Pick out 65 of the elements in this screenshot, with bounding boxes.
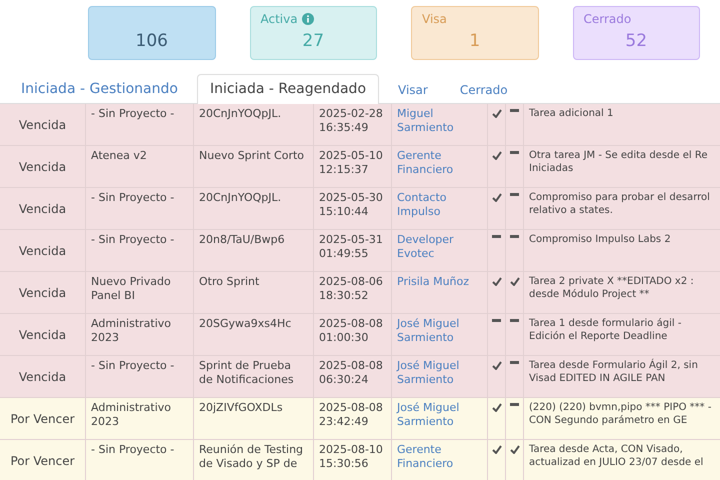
person-link[interactable]: José Miguel Sarmiento [397,317,482,345]
person-link[interactable]: José Miguel Sarmiento [397,359,482,387]
description-text: Tarea 1 desde formulario ágil - Edición el Reporte Deadline [529,318,682,342]
status-text: Vencida [18,370,66,384]
person-link[interactable]: Contacto Impulso [397,191,482,219]
person-link[interactable]: Miguel Sarmiento [397,107,482,135]
stat-value: 1 [469,31,480,51]
project-text: - Sin Proyecto - [91,107,174,120]
stat-label: Cerrado [584,12,632,26]
description-text: Tarea adicional 1 [529,108,614,119]
status-text: Por Vencer [10,454,75,468]
project-text: - Sin Proyecto - [91,359,174,372]
sprint-text: Sprint de Prueba de Notificaciones [199,359,294,386]
date-text: 2025-08-08 01:00:30 [319,317,383,344]
description-text: Otra tarea JM - Se edita desde el Re Iniciadas [529,150,708,174]
tab[interactable]: Visar [385,76,441,103]
sprint-text: Reunión de Testing de Visado y SP de [199,443,304,470]
stat-value: 52 [625,31,648,51]
description-text: Compromiso Impulso Labs 2 [529,234,671,245]
sprint-text: 20SGywa9xs4Hc [199,317,292,330]
person-link[interactable]: Developer Evotec [397,233,482,261]
status-text: Vencida [18,286,66,300]
person-link[interactable]: Gerente Financiero [397,149,482,177]
sprint-text: 20CnJnYOQpJL. [199,107,282,120]
status-text: Vencida [18,118,66,132]
project-text: - Sin Proyecto - [91,443,174,456]
date-text: 2025-05-10 12:15:37 [319,149,383,176]
status-text: Vencida [18,244,66,258]
date-text: 2025-08-06 18:30:52 [319,275,383,302]
sprint-text: 20n8/TaU/Bwp6 [199,233,285,246]
project-text: Atenea v2 [91,149,147,162]
status-text: Por Vencer [10,412,75,426]
person-link[interactable]: Gerente Financiero [397,443,482,471]
date-text: 2025-05-31 01:49:55 [319,233,383,260]
project-text: Nuevo Privado Panel BI [91,275,171,302]
tab[interactable]: Iniciada - Reagendado [196,74,380,104]
date-text: 2025-02-28 16:35:49 [319,107,383,134]
project-text: - Sin Proyecto - [91,233,174,246]
status-text: Vencida [18,202,66,216]
tab[interactable]: Cerrado [446,76,521,103]
description-text: (220) (220) bvmn,pipo *** PIPO *** - CON Segundo parámetro en GE [529,402,712,426]
date-text: 2025-08-10 15:30:56 [319,443,383,470]
status-text: Vencida [18,328,66,342]
stat-value: 106 [136,31,168,51]
description-text: Tarea desde Acta, CON Visado, actualizad en JULIO 23/07 desde el [529,444,704,468]
stat-label: Visa [422,12,447,26]
tab[interactable]: Iniciada - Gestionando [8,74,191,103]
description-text: Tarea 2 private X **EDITADO x2 : desde Módulo Project ** [529,276,694,300]
project-text: Administrativo 2023 [91,401,172,428]
date-text: 2025-05-30 15:10:44 [319,191,383,218]
project-text: - Sin Proyecto - [91,191,174,204]
person-link[interactable]: Prisila Muñoz [397,275,482,289]
date-text: 2025-08-08 06:30:24 [319,359,383,386]
sprint-text: Otro Sprint [199,275,260,288]
project-text: Administrativo 2023 [91,317,172,344]
description-text: Tarea desde Formulario Ágil 2, sin Visad EDITED IN AGILE PAN [529,360,698,384]
stat-label: Activa [260,12,298,26]
sprint-text: 20jZIVfGOXDLs [199,401,283,414]
sprint-text: Nuevo Sprint Corto [199,149,304,162]
stat-value: 27 [302,31,324,51]
date-text: 2025-08-08 23:42:49 [319,401,383,428]
status-text: Vencida [18,160,66,174]
description-text: Compromiso para probar el desarrol relativo a states. [529,192,710,216]
sprint-text: 20CnJnYOQpJL. [199,191,282,204]
person-link[interactable]: José Miguel Sarmiento [397,401,482,429]
